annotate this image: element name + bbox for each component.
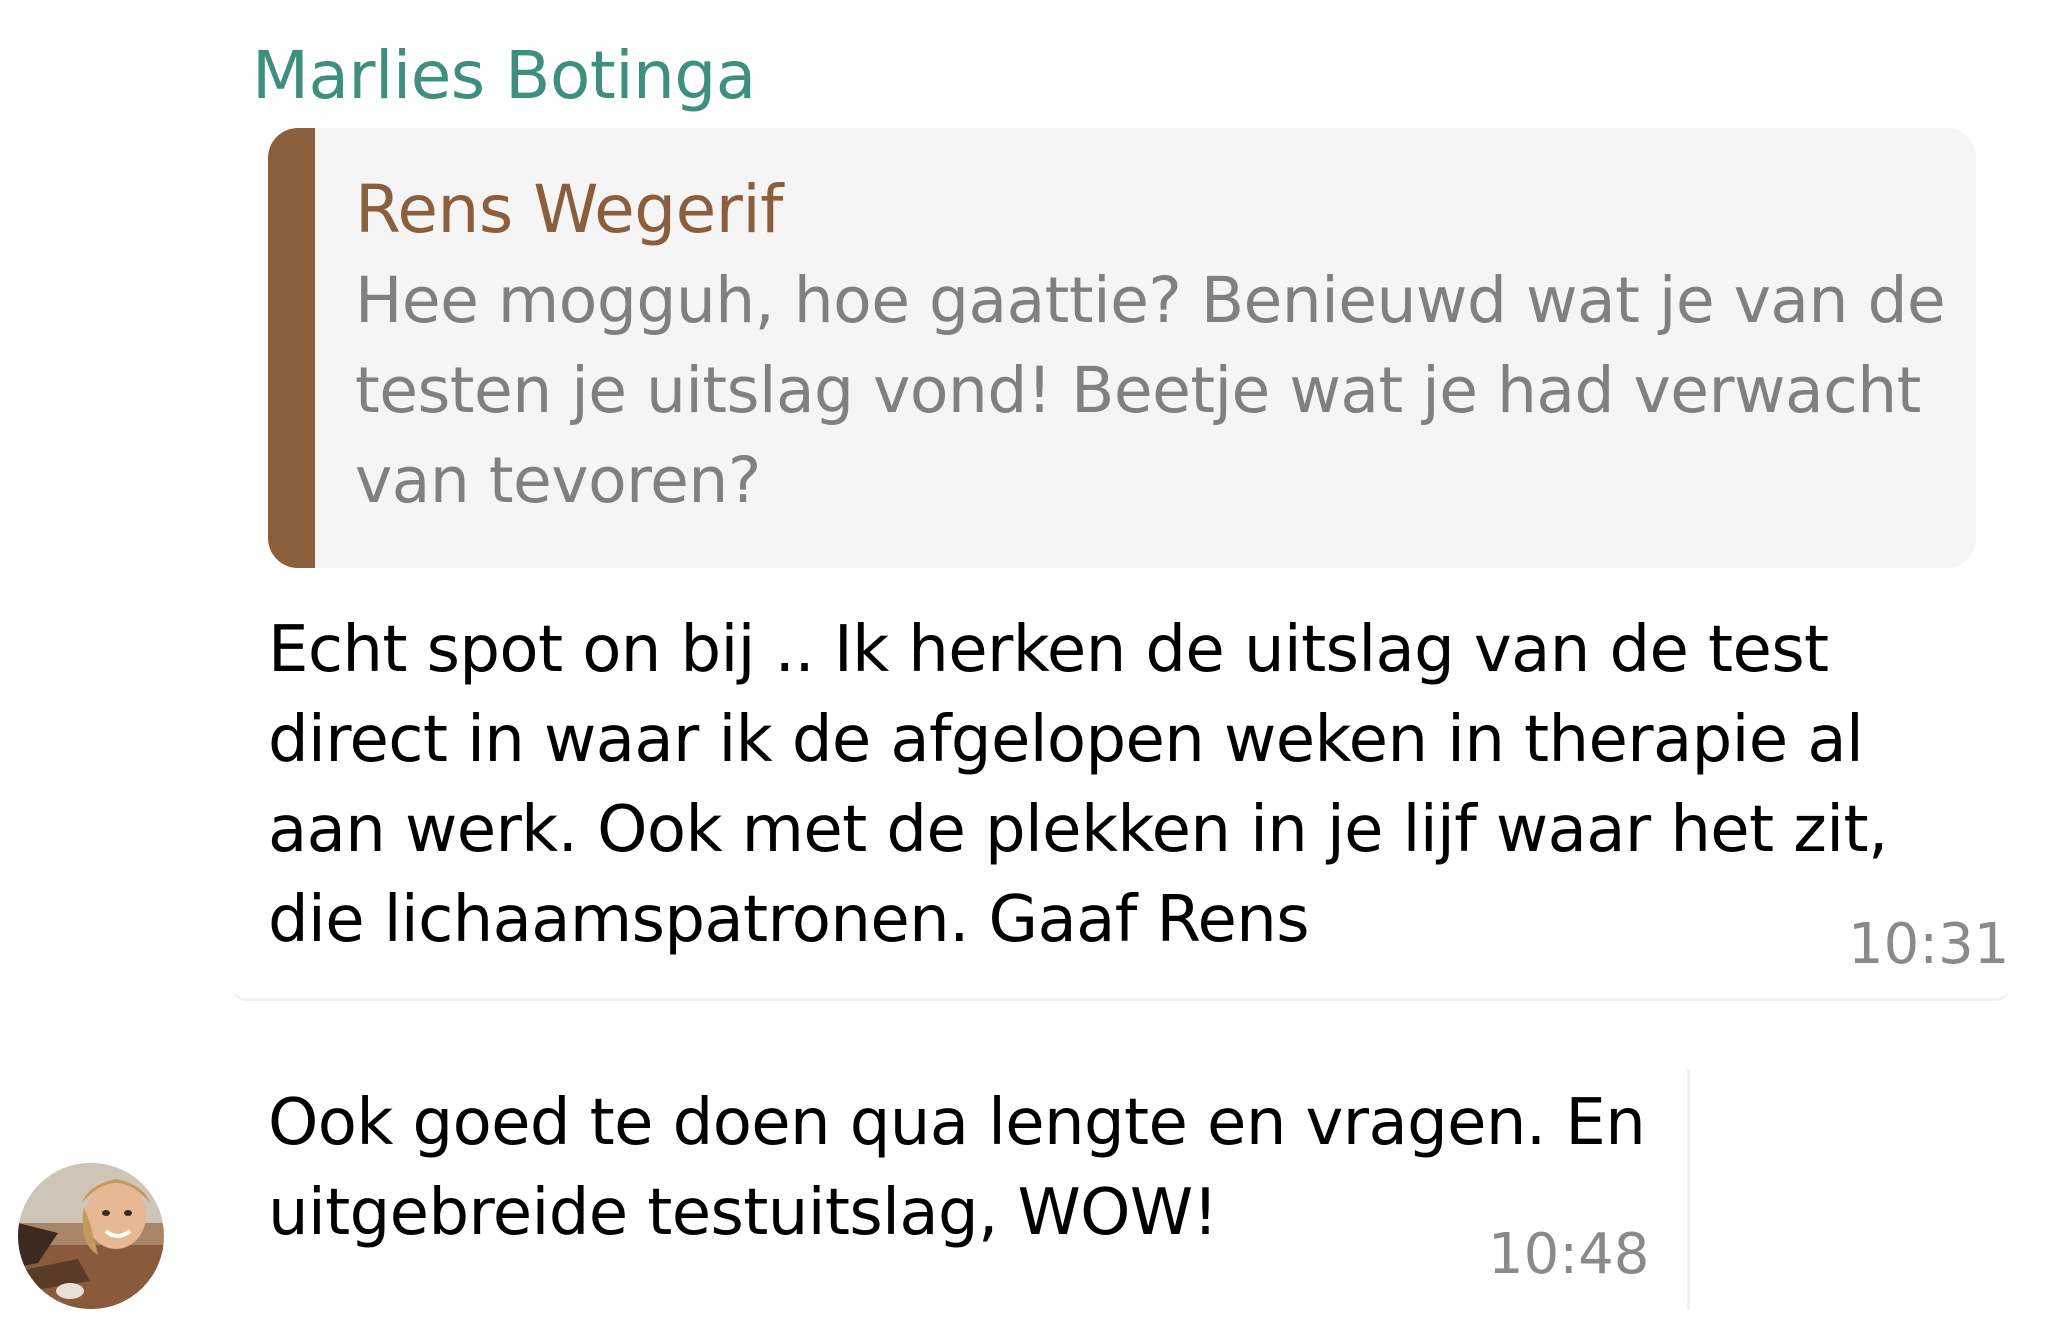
quoted-text: Hee mogguh, hoe gaattie? Benieuwd wat je… (355, 264, 1946, 517)
message-timestamp: 10:48 (1488, 1222, 1650, 1287)
quoted-message[interactable]: Rens Wegerif Hee mogguh, hoe gaattie? Be… (268, 128, 1976, 568)
chat-conversation: Marlies Botinga Rens Wegerif Hee mogguh,… (0, 0, 2048, 1327)
sender-name[interactable]: Marlies Botinga (252, 36, 756, 116)
quoted-author: Rens Wegerif (355, 171, 783, 248)
message-text: Echt spot on bij .. Ik herken de uitslag… (268, 613, 1888, 957)
quote-accent-bar (268, 128, 315, 568)
avatar[interactable] (18, 1163, 164, 1309)
message-timestamp: 10:31 (1848, 912, 2010, 977)
avatar-photo-icon (18, 1163, 164, 1309)
message-text: Ook goed te doen qua lengte en vragen. E… (268, 1086, 1646, 1250)
